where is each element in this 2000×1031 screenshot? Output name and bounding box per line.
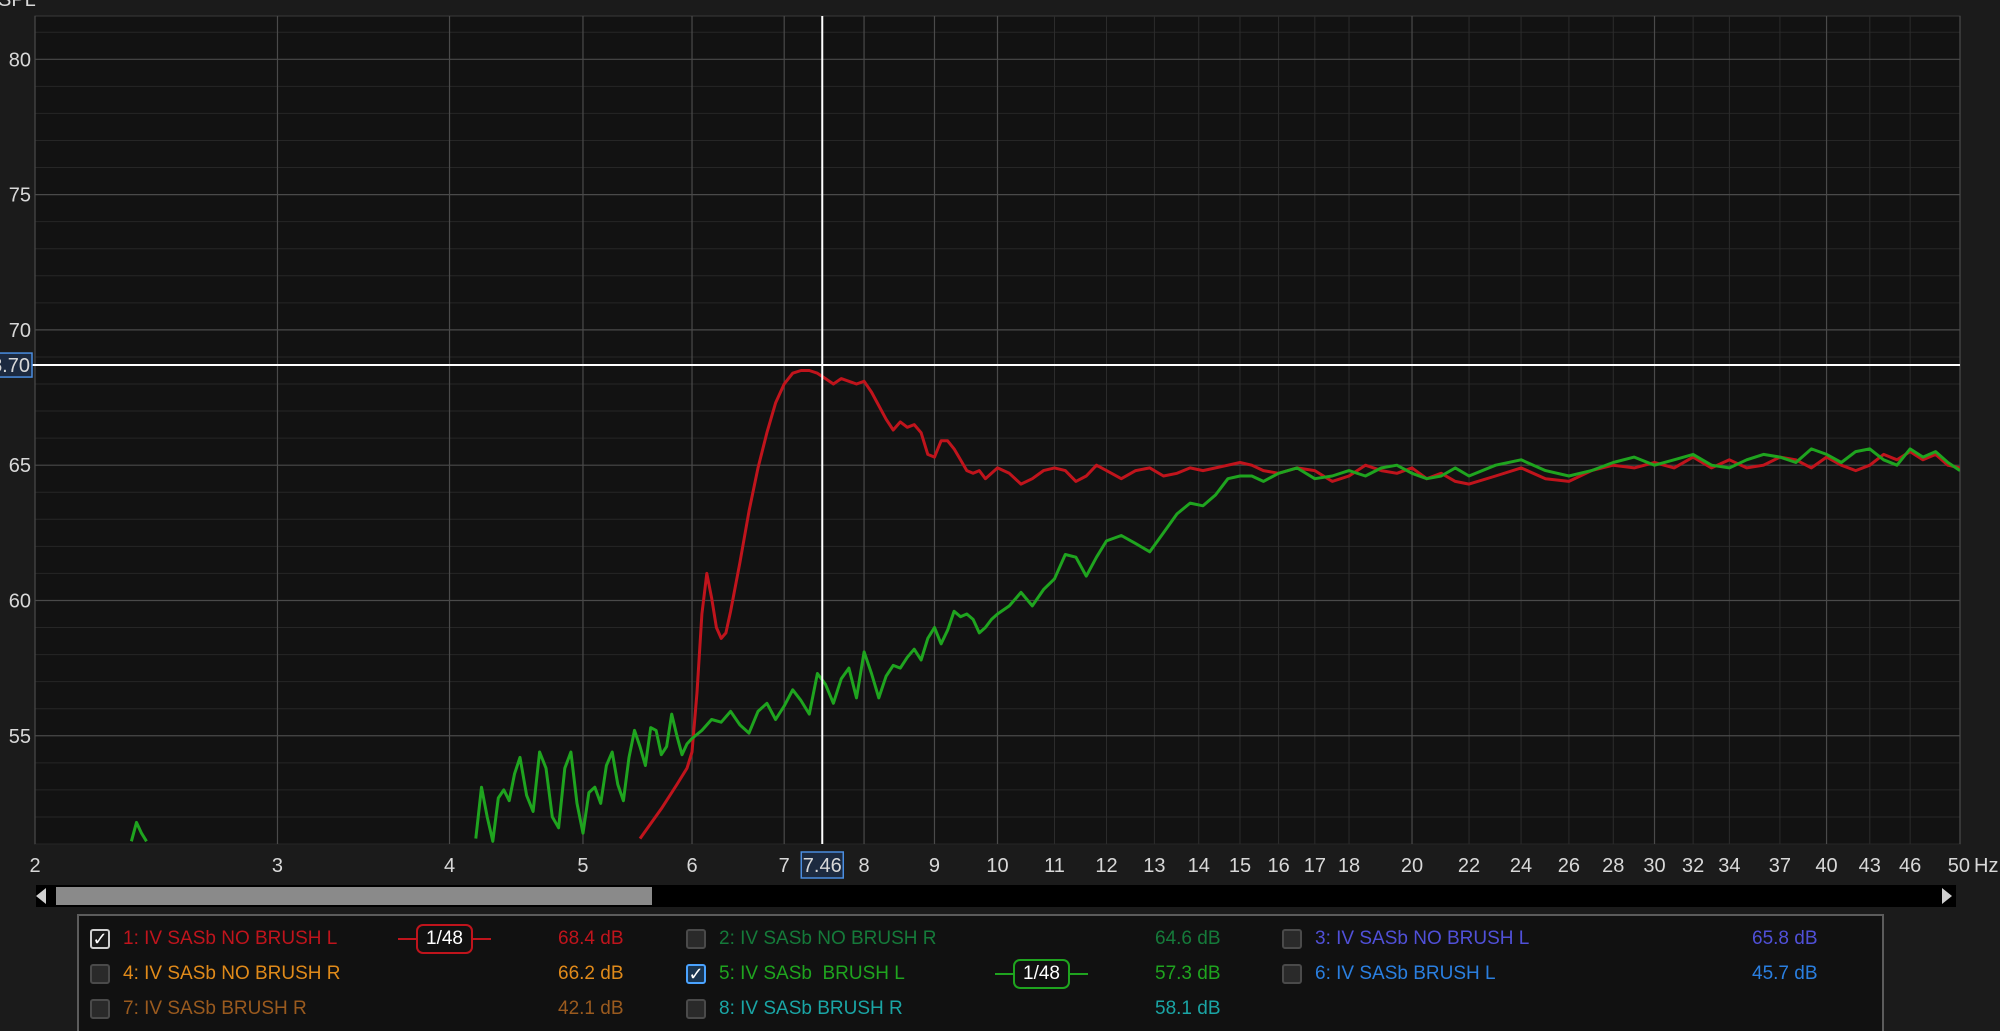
y-tick-label: 80 bbox=[9, 49, 31, 71]
legend-label: 7: IV SASb BRUSH R bbox=[123, 998, 307, 1019]
checkbox-unchecked-icon[interactable] bbox=[90, 964, 110, 984]
x-tick-label: 40 bbox=[1815, 855, 1837, 877]
measurement-legend: ✓ 1: IV SASb NO BRUSH L 1/48 68.4 dB 2: … bbox=[77, 914, 1884, 1031]
x-tick-label: 11 bbox=[1044, 855, 1065, 877]
x-tick-label: 5 bbox=[577, 855, 588, 877]
y-tick-label: 60 bbox=[9, 590, 31, 612]
x-tick-label: 20 bbox=[1401, 855, 1423, 877]
legend-label: 2: IV SASb NO BRUSH R bbox=[719, 928, 937, 949]
x-tick-label: 46 bbox=[1899, 855, 1921, 877]
x-tick-label: 2 bbox=[29, 855, 40, 877]
x-tick-label: 9 bbox=[929, 855, 940, 877]
checkbox-checked-icon[interactable]: ✓ bbox=[90, 929, 110, 949]
legend-item-6[interactable]: 6: IV SASb BRUSH L bbox=[1282, 957, 1496, 991]
x-tick-label: 30 bbox=[1643, 855, 1665, 877]
legend-value: 42.1 dB bbox=[558, 998, 624, 1019]
checkbox-checked-icon[interactable]: ✓ bbox=[686, 964, 706, 984]
x-tick-label: 8 bbox=[858, 855, 869, 877]
x-tick-label: 50 bbox=[1948, 855, 1970, 877]
legend-item-2[interactable]: 2: IV SASb NO BRUSH R bbox=[686, 922, 937, 956]
y-tick-label: 70 bbox=[9, 320, 31, 342]
legend-value: 65.8 dB bbox=[1752, 928, 1818, 949]
scrollbar-thumb[interactable] bbox=[56, 887, 652, 905]
legend-label: 6: IV SASb BRUSH L bbox=[1315, 963, 1496, 984]
x-tick-label: 22 bbox=[1458, 855, 1480, 877]
x-unit-label: Hz bbox=[1974, 855, 1998, 877]
checkbox-unchecked-icon[interactable] bbox=[1282, 964, 1302, 984]
scroll-left-arrow-icon[interactable] bbox=[36, 888, 46, 904]
x-tick-label: 26 bbox=[1558, 855, 1580, 877]
legend-item-5[interactable]: ✓ 5: IV SASb BRUSH L bbox=[686, 957, 905, 991]
scroll-right-arrow-icon[interactable] bbox=[1942, 888, 1952, 904]
x-tick-label: 14 bbox=[1188, 855, 1210, 877]
x-tick-label: 16 bbox=[1267, 855, 1289, 877]
x-tick-label: 13 bbox=[1143, 855, 1165, 877]
legend-item-3[interactable]: 3: IV SASb NO BRUSH L bbox=[1282, 922, 1529, 956]
x-tick-label: 43 bbox=[1859, 855, 1881, 877]
x-tick-label: 37 bbox=[1769, 855, 1791, 877]
x-tick-label: 17 bbox=[1304, 855, 1326, 877]
cursor-x-readout: 7.46 bbox=[803, 855, 842, 877]
x-tick-label: 34 bbox=[1718, 855, 1740, 877]
x-tick-label: 15 bbox=[1229, 855, 1251, 877]
x-tick-label: 6 bbox=[686, 855, 697, 877]
legend-value: 58.1 dB bbox=[1155, 998, 1221, 1019]
legend-item-7[interactable]: 7: IV SASb BRUSH R bbox=[90, 992, 307, 1026]
legend-item-1[interactable]: ✓ 1: IV SASb NO BRUSH L bbox=[90, 922, 337, 956]
x-tick-label: 12 bbox=[1095, 855, 1117, 877]
legend-label: 5: IV SASb BRUSH L bbox=[719, 963, 905, 984]
checkbox-unchecked-icon[interactable] bbox=[686, 999, 706, 1019]
legend-item-8[interactable]: 8: IV SASb BRUSH R bbox=[686, 992, 903, 1026]
legend-value: 45.7 dB bbox=[1752, 963, 1818, 984]
legend-value: 57.3 dB bbox=[1155, 963, 1221, 984]
legend-value: 64.6 dB bbox=[1155, 928, 1221, 949]
checkbox-unchecked-icon[interactable] bbox=[1282, 929, 1302, 949]
x-tick-label: 7 bbox=[779, 855, 790, 877]
x-tick-label: 32 bbox=[1682, 855, 1704, 877]
legend-label: 8: IV SASb BRUSH R bbox=[719, 998, 903, 1019]
x-tick-label: 18 bbox=[1338, 855, 1360, 877]
x-tick-label: 24 bbox=[1510, 855, 1532, 877]
legend-item-4[interactable]: 4: IV SASb NO BRUSH R bbox=[90, 957, 341, 991]
legend-label: 3: IV SASb NO BRUSH L bbox=[1315, 928, 1530, 949]
y-tick-label: 55 bbox=[9, 726, 31, 748]
y-tick-label: 75 bbox=[9, 185, 31, 207]
checkbox-unchecked-icon[interactable] bbox=[686, 929, 706, 949]
smoothing-badge[interactable]: 1/48 bbox=[995, 957, 1088, 991]
legend-label: 1: IV SASb NO BRUSH L bbox=[123, 928, 338, 949]
cursor-y-readout: 8.70 bbox=[0, 355, 30, 377]
x-tick-label: 3 bbox=[272, 855, 283, 877]
legend-label: 4: IV SASb NO BRUSH R bbox=[123, 963, 341, 984]
smoothing-label: 1/48 bbox=[416, 924, 473, 954]
frequency-response-plot[interactable]: 556065707580 2 3 4 5 6 7 8 9 10 11 12 13 14 15 16 17 18 2… bbox=[0, 0, 2000, 880]
y-tick-label: 65 bbox=[9, 455, 31, 477]
smoothing-badge[interactable]: 1/48 bbox=[398, 922, 491, 956]
x-tick-label: 10 bbox=[986, 855, 1008, 877]
checkbox-unchecked-icon[interactable] bbox=[90, 999, 110, 1019]
y-axis-title: SPL bbox=[0, 0, 36, 11]
legend-value: 66.2 dB bbox=[558, 963, 624, 984]
legend-value: 68.4 dB bbox=[558, 928, 624, 949]
x-tick-label: 28 bbox=[1602, 855, 1624, 877]
x-tick-label: 4 bbox=[444, 855, 455, 877]
smoothing-label: 1/48 bbox=[1013, 959, 1070, 989]
